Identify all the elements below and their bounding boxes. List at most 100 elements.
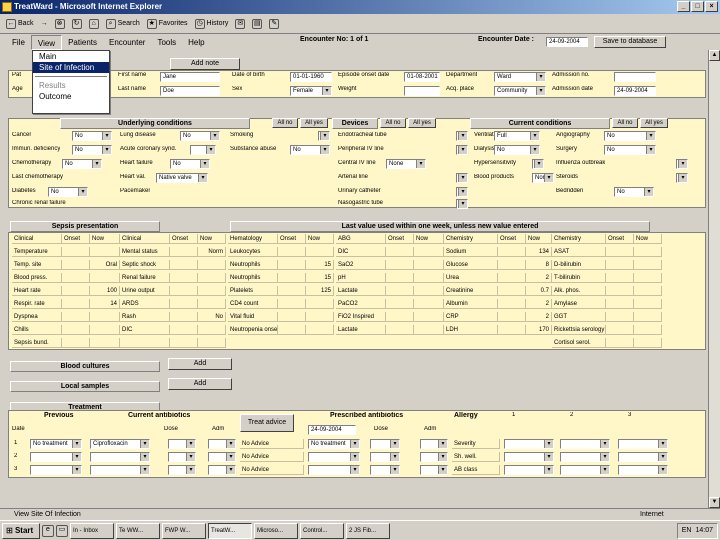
home-button[interactable]: ⌂ <box>87 16 101 32</box>
sepsis-onset[interactable] <box>62 299 90 309</box>
allergy-3-select[interactable] <box>618 452 668 462</box>
blood-products-select[interactable]: None <box>532 173 554 183</box>
chemistry2-now[interactable] <box>634 325 662 335</box>
acute-coronary-select[interactable] <box>190 145 216 155</box>
hematology-now[interactable]: 15 <box>306 273 334 283</box>
menu-file[interactable]: File <box>6 35 31 50</box>
chemistry2-now[interactable] <box>634 338 662 348</box>
hematology-now[interactable] <box>306 312 334 322</box>
chemistry-onset[interactable] <box>498 286 526 296</box>
search-button[interactable]: ⌕ Search <box>104 16 142 32</box>
current-all-no-button[interactable]: All no <box>612 118 638 128</box>
mail-button[interactable]: ✉ <box>233 16 247 32</box>
sepsis-now-2[interactable] <box>198 338 226 348</box>
heart-failure-select[interactable]: No <box>170 159 210 169</box>
abg-onset[interactable] <box>386 286 414 296</box>
previous-treatment-select[interactable] <box>30 452 82 462</box>
diabetes-select[interactable]: No <box>48 187 88 197</box>
abg-onset[interactable] <box>386 247 414 257</box>
substance-abuse-select[interactable]: No <box>290 145 330 155</box>
task-treatward[interactable]: TreatW... <box>208 522 252 539</box>
chemistry-onset[interactable] <box>498 247 526 257</box>
chemistry2-onset[interactable] <box>606 312 634 322</box>
smoking-select[interactable] <box>318 131 330 141</box>
hematology-now[interactable] <box>306 325 334 335</box>
sepsis-now[interactable]: 100 <box>90 286 120 296</box>
current-antibiotic-select[interactable] <box>90 452 150 462</box>
abg-now[interactable] <box>414 247 444 257</box>
current-adm-select[interactable] <box>208 465 236 475</box>
bedridden-select[interactable]: No <box>614 187 654 197</box>
sepsis-onset-2[interactable] <box>170 299 198 309</box>
current-antibiotic-select[interactable] <box>90 465 150 475</box>
prescribed-antibiotic-select[interactable] <box>308 465 360 475</box>
underlying-all-no-button[interactable]: All no <box>272 118 298 128</box>
abg-now[interactable] <box>414 260 444 270</box>
prescribed-dose-select[interactable] <box>370 452 400 462</box>
sepsis-onset-2[interactable] <box>170 260 198 270</box>
admission-date-input[interactable]: 24-09-2004 <box>614 86 656 96</box>
chemistry2-now[interactable] <box>634 299 662 309</box>
abg-now[interactable] <box>414 286 444 296</box>
close-button[interactable]: × <box>705 1 718 12</box>
print-button[interactable]: ▤ <box>250 16 264 32</box>
abg-onset[interactable] <box>386 299 414 309</box>
sepsis-onset-2[interactable] <box>170 247 198 257</box>
start-button[interactable]: ⊞ Start <box>2 522 40 539</box>
lung-disease-select[interactable]: No <box>180 131 220 141</box>
chemistry2-onset[interactable] <box>606 299 634 309</box>
chemistry-now[interactable]: 8 <box>526 260 552 270</box>
chemistry-now[interactable]: 2 <box>526 299 552 309</box>
current-all-yes-button[interactable]: All yes <box>640 118 668 128</box>
sepsis-onset-2[interactable] <box>170 312 198 322</box>
chemistry-now[interactable]: 134 <box>526 247 552 257</box>
weight-input[interactable] <box>404 86 440 96</box>
cancer-select[interactable]: No <box>72 131 112 141</box>
allergy-2-select[interactable] <box>560 465 610 475</box>
scroll-down-icon[interactable]: ▼ <box>709 497 720 508</box>
hematology-onset[interactable] <box>278 286 306 296</box>
add-note-button[interactable]: Add note <box>170 58 240 70</box>
sepsis-now-2[interactable] <box>198 299 226 309</box>
underlying-all-yes-button[interactable]: All yes <box>300 118 328 128</box>
quicklaunch-ie-icon[interactable]: e <box>42 524 54 537</box>
chemistry-onset[interactable] <box>498 325 526 335</box>
department-select[interactable]: Ward <box>494 72 546 82</box>
sepsis-now[interactable] <box>90 247 120 257</box>
abg-now[interactable] <box>414 325 444 335</box>
chemistry2-onset[interactable] <box>606 247 634 257</box>
sepsis-onset[interactable] <box>62 273 90 283</box>
allergy-2-select[interactable] <box>560 452 610 462</box>
hypersensitivity-select[interactable] <box>532 159 544 169</box>
sepsis-now[interactable]: Oral <box>90 260 120 270</box>
chemistry-onset[interactable] <box>498 260 526 270</box>
dialysis-select[interactable]: No <box>494 145 540 155</box>
abg-now[interactable] <box>414 273 444 283</box>
ventilation-select[interactable]: Full <box>494 131 540 141</box>
hematology-now[interactable]: 125 <box>306 286 334 296</box>
hematology-onset[interactable] <box>278 260 306 270</box>
sepsis-now-2[interactable] <box>198 273 226 283</box>
prescribed-date-input[interactable]: 24-09-2004 <box>308 425 356 435</box>
forward-button[interactable]: → <box>39 16 50 32</box>
abg-onset[interactable] <box>386 312 414 322</box>
sepsis-onset-2[interactable] <box>170 325 198 335</box>
menu-encounter[interactable]: Encounter <box>103 35 151 50</box>
allergy-2-select[interactable] <box>560 439 610 449</box>
minimize-button[interactable]: _ <box>677 1 690 12</box>
prescribed-antibiotic-select[interactable] <box>308 452 360 462</box>
current-adm-select[interactable] <box>208 452 236 462</box>
hematology-onset[interactable] <box>278 312 306 322</box>
vertical-scrollbar[interactable]: ▲ ▼ <box>708 50 720 508</box>
chemistry2-onset[interactable] <box>606 325 634 335</box>
hematology-now[interactable] <box>306 299 334 309</box>
treat-advice-button[interactable]: Treat advice <box>240 414 294 432</box>
sepsis-now-2[interactable]: Norm <box>198 247 226 257</box>
quicklaunch-desktop-icon[interactable]: ▭ <box>56 524 68 537</box>
task-te[interactable]: Te WW... <box>116 522 160 539</box>
prescribed-dose-select[interactable] <box>370 465 400 475</box>
task-control[interactable]: Control... <box>300 522 344 539</box>
local-samples-add-button[interactable]: Add <box>168 378 232 390</box>
view-menu-site-of-infection[interactable]: Site of Infection <box>33 62 109 73</box>
chemistry-now[interactable]: 170 <box>526 325 552 335</box>
